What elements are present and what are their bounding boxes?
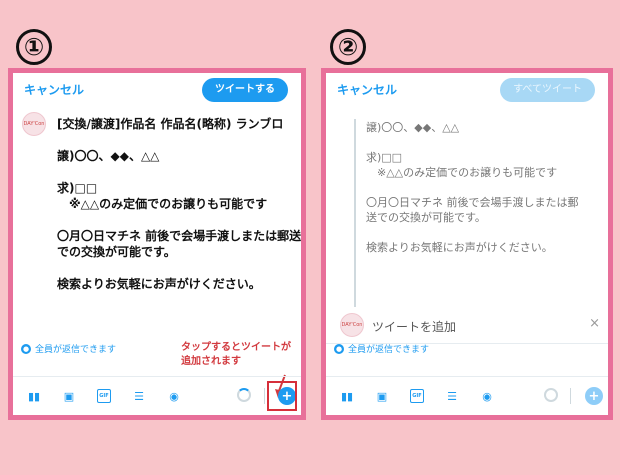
toolbar-separator (264, 388, 265, 404)
location-icon[interactable]: ◉ (167, 389, 181, 403)
toolbar-separator (570, 388, 571, 404)
add-tweet-button[interactable]: + (585, 387, 603, 405)
compose-toolbar: ▮▮ ▣ GIF ☰ ◉ + (326, 377, 608, 415)
audio-space-icon[interactable]: ▮▮ (27, 389, 41, 403)
previous-tweet-text: 譲)〇〇、◆◆、△△ 求)□□ ※△△のみ定価でのお譲りも可能です 〇月〇日マチ… (366, 121, 579, 254)
cancel-button[interactable]: キャンセル (337, 81, 397, 98)
character-count-icon (544, 388, 558, 402)
add-tweet-row[interactable]: [DAY'Con] ツイートを追加 × (334, 311, 600, 339)
highlight-box (267, 381, 297, 411)
compose-header: キャンセル すべてツイート (326, 73, 608, 109)
tweet-all-button[interactable]: すべてツイート (500, 78, 595, 102)
image-icon[interactable]: ▣ (62, 389, 76, 403)
audio-space-icon[interactable]: ▮▮ (340, 389, 354, 403)
globe-icon: ● (334, 343, 344, 354)
thread-line (354, 119, 356, 307)
reply-setting-label: 全員が返信できます (348, 345, 430, 355)
compose-toolbar: ▮▮ ▣ GIF ☰ ◉ + (13, 377, 301, 415)
character-count-icon (237, 388, 251, 402)
step-number-1: ① (16, 29, 52, 65)
close-icon[interactable]: × (589, 316, 600, 331)
gif-icon[interactable]: GIF (97, 389, 111, 403)
poll-icon[interactable]: ☰ (132, 389, 146, 403)
poll-icon[interactable]: ☰ (445, 389, 459, 403)
compose-panel-2: キャンセル すべてツイート 譲)〇〇、◆◆、△△ 求)□□ ※△△のみ定価でのお… (321, 68, 613, 420)
reply-setting[interactable]: ● 全員が返信できます (334, 342, 429, 355)
step-number-2: ② (330, 29, 366, 65)
avatar: [DAY'Con] (340, 313, 364, 337)
image-icon[interactable]: ▣ (375, 389, 389, 403)
location-icon[interactable]: ◉ (480, 389, 494, 403)
gif-icon[interactable]: GIF (410, 389, 424, 403)
compose-panel-1: キャンセル ツイートする [DAY'Con] [交換/譲渡]作品名 作品名(略称… (8, 68, 306, 420)
annotation-arrow (275, 374, 286, 398)
add-tweet-placeholder[interactable]: ツイートを追加 (372, 318, 456, 335)
